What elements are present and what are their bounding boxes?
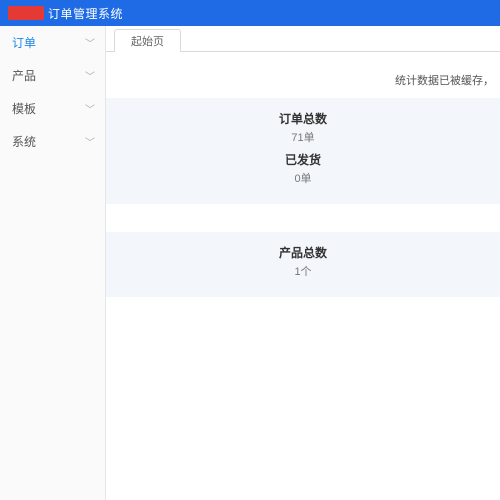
sidebar-item-label: 模板 xyxy=(12,100,36,117)
chevron-down-icon: ﹀ xyxy=(85,68,95,83)
sidebar-item-orders[interactable]: 订单 ﹀ xyxy=(0,26,105,59)
cache-notice: 统计数据已被缓存， xyxy=(106,72,500,98)
sidebar-item-label: 系统 xyxy=(12,133,36,150)
sidebar-item-templates[interactable]: 模板 ﹀ xyxy=(0,92,105,125)
main-area: 起始页 统计数据已被缓存， 订单总数 71单 已发货 0单 产品总数 1个 xyxy=(106,26,500,500)
tab-start-page[interactable]: 起始页 xyxy=(114,29,181,52)
page-content: 统计数据已被缓存， 订单总数 71单 已发货 0单 产品总数 1个 xyxy=(106,52,500,297)
stat-value: 1个 xyxy=(106,263,500,279)
tab-bar: 起始页 xyxy=(106,28,500,52)
chevron-down-icon: ﹀ xyxy=(85,101,95,116)
tab-label: 起始页 xyxy=(131,36,164,48)
chevron-down-icon: ﹀ xyxy=(85,134,95,149)
sidebar-item-products[interactable]: 产品 ﹀ xyxy=(0,59,105,92)
stat-value: 71单 xyxy=(106,129,500,145)
stat-label: 产品总数 xyxy=(106,244,500,261)
stat-label: 已发货 xyxy=(106,151,500,168)
stat-value: 0单 xyxy=(106,170,500,186)
sidebar-item-label: 产品 xyxy=(12,67,36,84)
sidebar: 订单 ﹀ 产品 ﹀ 模板 ﹀ 系统 ﹀ xyxy=(0,26,106,500)
sidebar-item-label: 订单 xyxy=(12,34,36,51)
logo-redacted xyxy=(8,6,44,20)
sidebar-item-system[interactable]: 系统 ﹀ xyxy=(0,125,105,158)
app-title: 订单管理系统 xyxy=(48,5,123,22)
stat-block-orders: 订单总数 71单 已发货 0单 xyxy=(106,98,500,204)
chevron-down-icon: ﹀ xyxy=(85,35,95,50)
stat-label: 订单总数 xyxy=(106,110,500,127)
app-header: 订单管理系统 xyxy=(0,0,500,26)
stat-block-products: 产品总数 1个 xyxy=(106,232,500,297)
